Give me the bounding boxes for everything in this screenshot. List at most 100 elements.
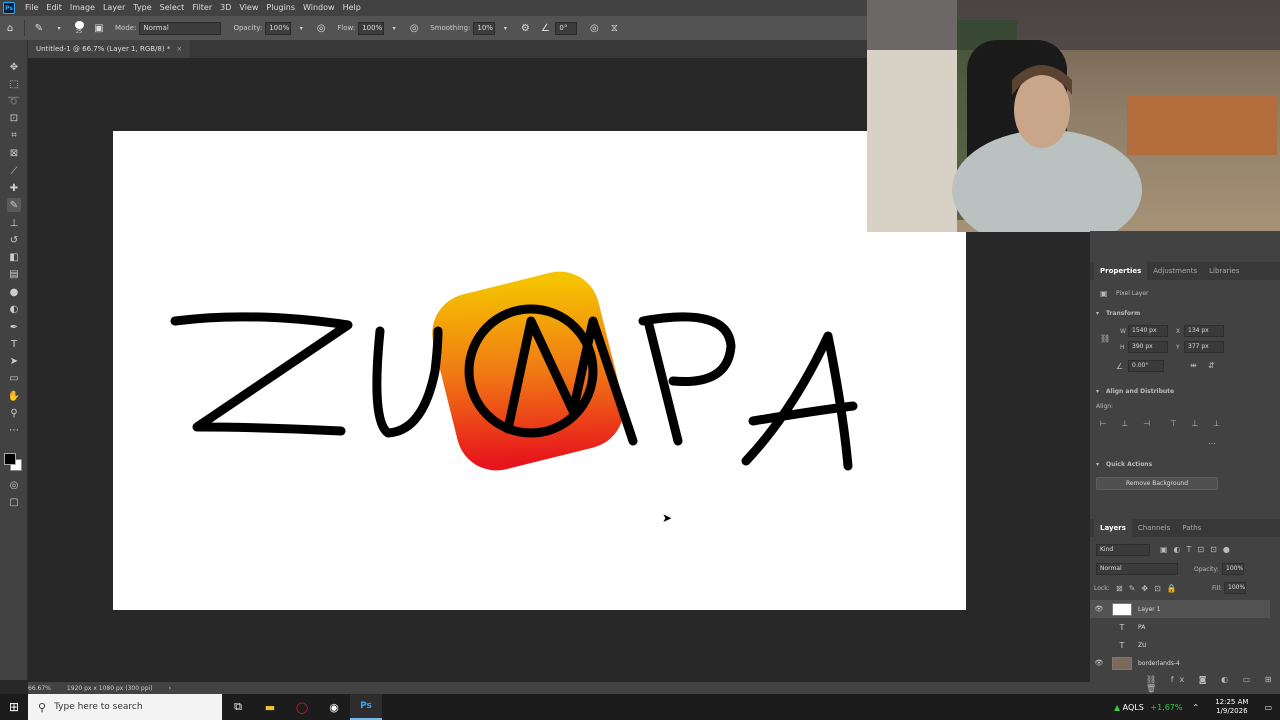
- brush-preset-picker[interactable]: 25: [72, 21, 86, 35]
- obs-icon[interactable]: ◉: [318, 694, 350, 720]
- document-info[interactable]: 1920 px x 1080 px (300 ppi): [67, 685, 153, 692]
- chevron-down-icon[interactable]: ▾: [1096, 388, 1099, 395]
- stock-ticker[interactable]: ▲ AQLS +1,67%: [1114, 703, 1183, 712]
- align-top-icon[interactable]: ⊤ ⊥ ⊥: [1170, 419, 1226, 428]
- filter-icons[interactable]: ▣◐T⊡⊡●: [1160, 545, 1236, 554]
- menu-select[interactable]: Select: [156, 0, 189, 16]
- color-swatches[interactable]: [4, 453, 24, 473]
- eyedropper-tool-icon[interactable]: ⟋: [7, 164, 21, 178]
- layer-row[interactable]: 👁 borderlands-4: [1090, 654, 1270, 672]
- history-brush-tool-icon[interactable]: ↺: [7, 233, 21, 247]
- document-tab[interactable]: Untitled-1 @ 66.7% (Layer 1, RGB/8) * ×: [28, 40, 191, 58]
- menu-layer[interactable]: Layer: [99, 0, 129, 16]
- foreground-color-swatch[interactable]: [4, 453, 16, 465]
- close-icon[interactable]: ×: [176, 45, 182, 53]
- pressure-size-icon[interactable]: ◎: [587, 21, 601, 35]
- symmetry-icon[interactable]: ⧖: [607, 21, 621, 35]
- blend-mode-select[interactable]: Normal: [1096, 563, 1178, 575]
- align-left-icon[interactable]: ⊢ ⊥ ⊣: [1100, 419, 1156, 428]
- layer-name[interactable]: ZU: [1138, 642, 1147, 649]
- menu-3d[interactable]: 3D: [216, 0, 235, 16]
- layer-name[interactable]: PA: [1138, 624, 1145, 631]
- visibility-eye-icon[interactable]: 👁: [1090, 659, 1108, 667]
- task-view-icon[interactable]: ⧉: [222, 694, 254, 720]
- clone-stamp-tool-icon[interactable]: ⊥: [7, 216, 21, 230]
- tab-libraries[interactable]: Libraries: [1203, 262, 1245, 280]
- mode-select[interactable]: Normal: [139, 21, 222, 35]
- angle-field[interactable]: 0°: [555, 21, 578, 35]
- hand-tool-icon[interactable]: ✋: [7, 389, 21, 403]
- zoom-level[interactable]: 66.67%: [28, 685, 51, 692]
- airbrush-icon[interactable]: ◎: [407, 21, 421, 35]
- type-tool-icon[interactable]: T: [7, 337, 21, 351]
- menu-window[interactable]: Window: [299, 0, 339, 16]
- layer-row[interactable]: T ZU: [1090, 636, 1270, 654]
- visibility-eye-icon[interactable]: 👁: [1090, 605, 1108, 613]
- more-icon[interactable]: ⋯: [1208, 439, 1216, 448]
- crop-tool-icon[interactable]: ⌗: [7, 128, 21, 142]
- pen-tool-icon[interactable]: ✒: [7, 320, 21, 334]
- photoshop-taskbar-icon[interactable]: Ps: [350, 694, 382, 720]
- gear-icon[interactable]: ⚙: [518, 21, 532, 35]
- clock[interactable]: 12:25 AM 1/9/2026: [1215, 698, 1248, 716]
- smoothing-field[interactable]: 10%: [473, 21, 496, 35]
- brush-settings-icon[interactable]: ▣: [92, 21, 106, 35]
- lasso-tool-icon[interactable]: ➰: [7, 94, 21, 108]
- menu-image[interactable]: Image: [66, 0, 99, 16]
- remove-background-button[interactable]: Remove Background: [1096, 477, 1218, 490]
- eraser-tool-icon[interactable]: ◧: [7, 250, 21, 264]
- chevron-right-icon[interactable]: ›: [169, 685, 171, 692]
- tab-properties[interactable]: Properties: [1094, 262, 1148, 280]
- menu-edit[interactable]: Edit: [42, 0, 66, 16]
- tab-adjustments[interactable]: Adjustments: [1147, 262, 1203, 280]
- quick-mask-icon[interactable]: ◎: [7, 478, 21, 492]
- layer-row[interactable]: 👁 Layer 1: [1090, 600, 1270, 618]
- rectangle-tool-icon[interactable]: ▭: [7, 371, 21, 385]
- object-select-tool-icon[interactable]: ⊡: [7, 111, 21, 125]
- brush-tool-icon[interactable]: ✎: [32, 21, 46, 35]
- path-selection-tool-icon[interactable]: ➤: [7, 354, 21, 368]
- menu-view[interactable]: View: [235, 0, 262, 16]
- layer-name[interactable]: Layer 1: [1138, 606, 1160, 613]
- width-field[interactable]: 1540 px: [1128, 325, 1168, 337]
- layer-actions-icons[interactable]: ⛓ fx ◙ ◐ ▭ ⊞ 🗑: [1146, 675, 1280, 693]
- chevron-up-icon[interactable]: ⌃: [1193, 703, 1200, 712]
- photoshop-logo-icon[interactable]: Ps: [3, 2, 15, 14]
- chevron-down-icon[interactable]: ▾: [52, 21, 66, 35]
- screen-mode-icon[interactable]: ▢: [7, 495, 21, 509]
- flip-vertical-icon[interactable]: ⇵: [1208, 361, 1215, 370]
- brush-tool-icon[interactable]: ✎: [7, 198, 21, 212]
- tab-paths[interactable]: Paths: [1176, 519, 1207, 537]
- pressure-opacity-icon[interactable]: ◎: [314, 21, 328, 35]
- document-canvas[interactable]: [113, 131, 966, 610]
- height-field[interactable]: 390 px: [1128, 341, 1168, 353]
- blur-tool-icon[interactable]: ●: [7, 285, 21, 299]
- menu-help[interactable]: Help: [339, 0, 365, 16]
- move-tool-icon[interactable]: ✥: [7, 60, 21, 74]
- chevron-down-icon[interactable]: ▾: [387, 21, 401, 35]
- windows-start-icon[interactable]: ⊞: [0, 700, 28, 714]
- zoom-tool-icon[interactable]: ⚲: [7, 406, 21, 420]
- chevron-down-icon[interactable]: ▾: [498, 21, 512, 35]
- chevron-down-icon[interactable]: ▾: [1096, 310, 1099, 317]
- menu-plugins[interactable]: Plugins: [262, 0, 299, 16]
- more-tools-icon[interactable]: ⋯: [7, 423, 21, 437]
- flow-field[interactable]: 100%: [358, 21, 385, 35]
- lock-icons[interactable]: ⊠✎✥⊡🔒: [1116, 584, 1183, 593]
- opacity-field[interactable]: 100%: [265, 21, 292, 35]
- layer-opacity-field[interactable]: 100%: [1222, 563, 1244, 575]
- frame-tool-icon[interactable]: ⊠: [7, 146, 21, 160]
- healing-brush-tool-icon[interactable]: ✚: [7, 181, 21, 195]
- notification-icon[interactable]: ▭: [1264, 703, 1272, 712]
- opera-browser-icon[interactable]: ◯: [286, 694, 318, 720]
- tab-channels[interactable]: Channels: [1132, 519, 1176, 537]
- y-field[interactable]: 377 px: [1184, 341, 1224, 353]
- chevron-down-icon[interactable]: ▾: [294, 21, 308, 35]
- taskbar-search[interactable]: ⚲ Type here to search: [28, 694, 222, 720]
- file-explorer-icon[interactable]: ▬: [254, 694, 286, 720]
- tab-layers[interactable]: Layers: [1094, 519, 1132, 537]
- layer-kind-filter[interactable]: Kind: [1096, 544, 1150, 556]
- layer-row[interactable]: T PA: [1090, 618, 1270, 636]
- flip-horizontal-icon[interactable]: ⇹: [1190, 361, 1197, 370]
- dodge-tool-icon[interactable]: ◐: [7, 302, 21, 316]
